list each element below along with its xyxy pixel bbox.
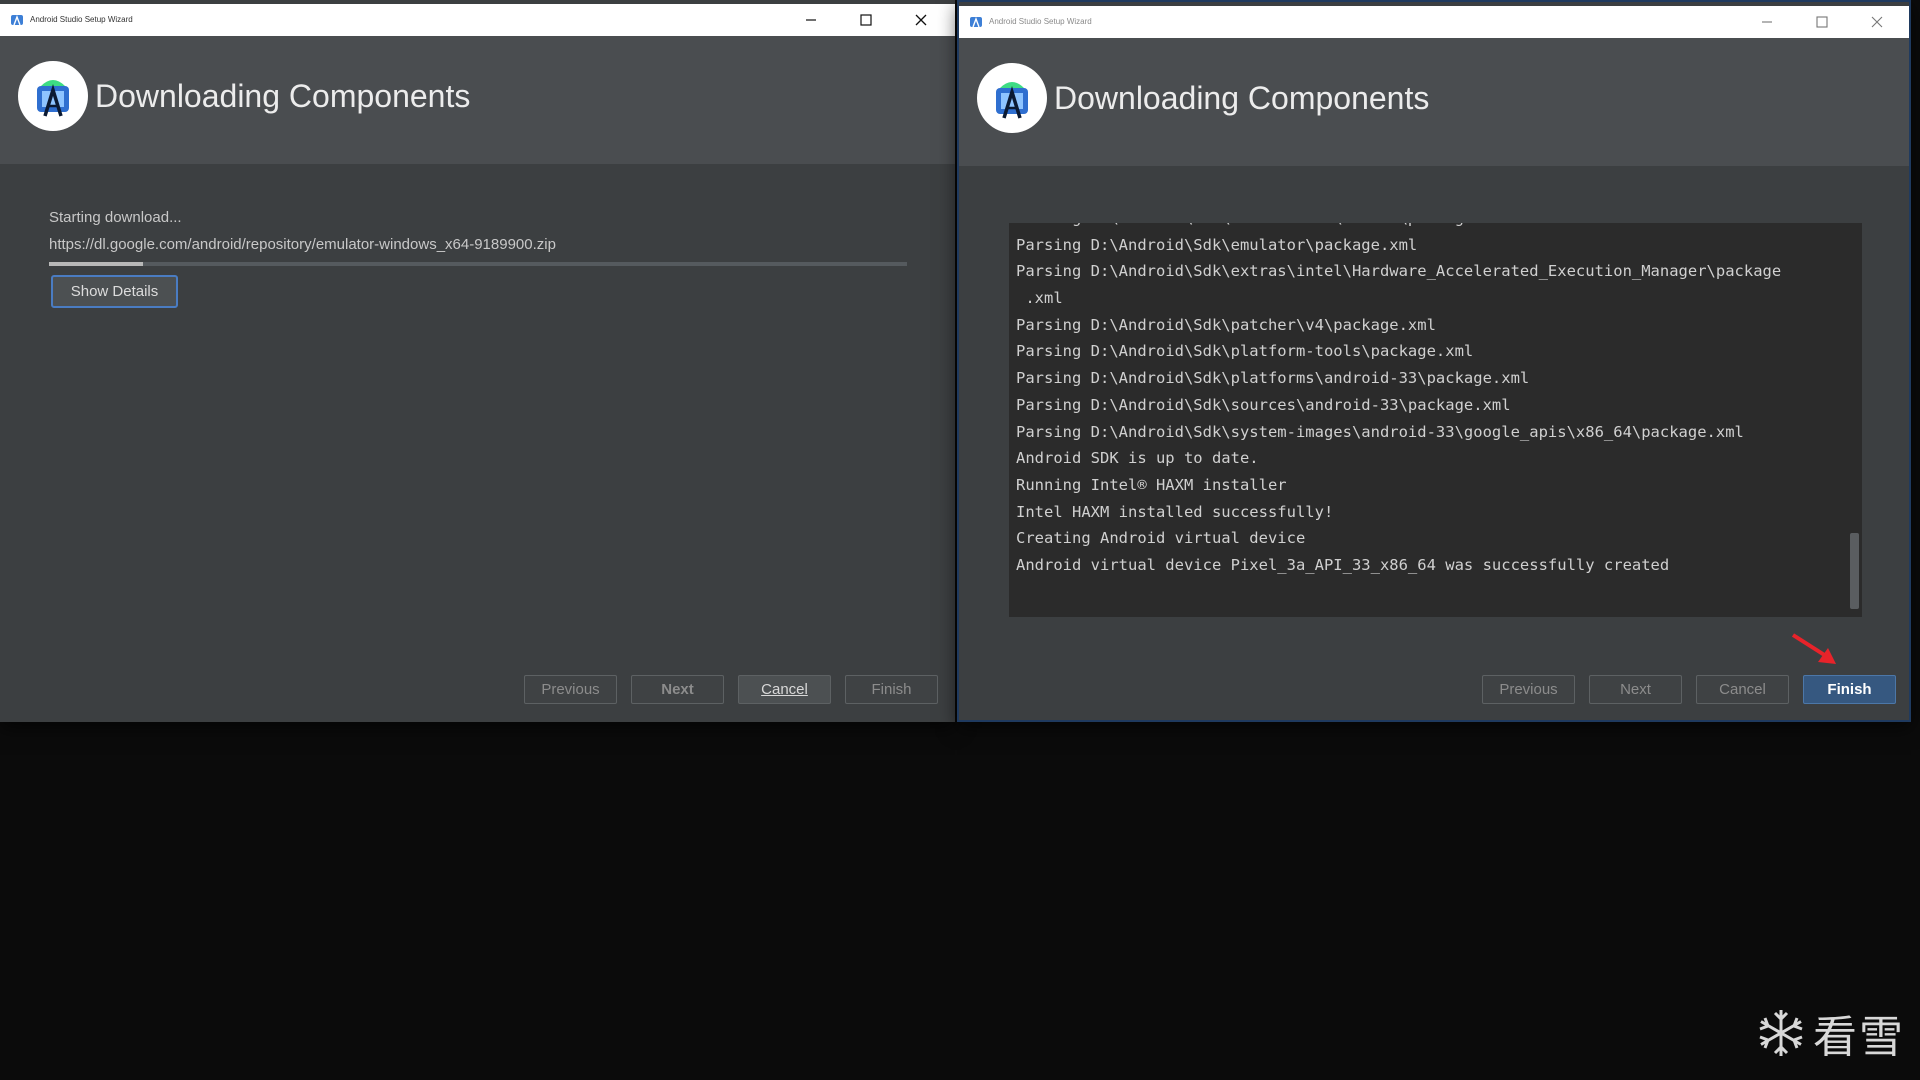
cancel-button[interactable]: Cancel <box>738 675 831 704</box>
setup-wizard-window-left: Android Studio Setup Wizard Downloading … <box>0 0 955 722</box>
setup-wizard-window-right: Android Studio Setup Wizard Downloading … <box>957 0 1911 722</box>
console-lines: Parsing D:\Android\Sdk\build-tools\33.0.… <box>1016 223 1842 579</box>
console-line: Running Intel® HAXM installer <box>1016 475 1287 494</box>
next-button[interactable]: Next <box>631 675 724 704</box>
red-arrow-annotation-icon <box>1791 633 1836 664</box>
window-title: Android Studio Setup Wizard <box>989 17 1092 26</box>
next-button[interactable]: Next <box>1589 675 1682 704</box>
android-studio-logo-icon <box>996 82 1028 119</box>
finish-button[interactable]: Finish <box>1803 675 1896 704</box>
console-line: Intel HAXM installed successfully! <box>1016 502 1334 521</box>
download-progress-bar <box>49 262 907 266</box>
minimize-button[interactable] <box>783 4 838 36</box>
maximize-button[interactable] <box>838 4 893 36</box>
console-line: Parsing D:\Android\Sdk\platform-tools\pa… <box>1016 342 1474 361</box>
close-icon <box>915 14 926 26</box>
cancel-label: Cancel <box>761 681 808 698</box>
maximize-icon <box>1815 16 1828 28</box>
android-studio-logo <box>977 63 1047 133</box>
maximize-button[interactable] <box>1794 6 1849 38</box>
watermark-text: 看雪 <box>1813 1013 1905 1062</box>
android-studio-logo <box>18 61 88 131</box>
previous-button[interactable]: Previous <box>1482 675 1575 704</box>
maximize-icon <box>859 14 872 26</box>
close-button[interactable] <box>1849 6 1904 38</box>
download-progress-fill <box>49 262 144 266</box>
download-status: Starting download... <box>49 209 182 226</box>
console-line: .xml <box>1016 289 1063 308</box>
console-line: Parsing D:\Android\Sdk\sources\android-3… <box>1016 395 1511 414</box>
close-button[interactable] <box>893 4 948 36</box>
title-bar[interactable]: Android Studio Setup Wizard <box>959 6 1909 38</box>
wizard-header: Downloading Components <box>959 38 1909 166</box>
android-studio-logo-icon <box>37 80 69 117</box>
page-title: Downloading Components <box>1054 80 1430 116</box>
download-url: https://dl.google.com/android/repository… <box>49 236 556 253</box>
finish-button[interactable]: Finish <box>845 675 938 704</box>
android-studio-icon <box>970 17 982 28</box>
console-line: Parsing D:\Android\Sdk\system-images\and… <box>1016 422 1744 441</box>
console-line: Parsing D:\Android\Sdk\platforms\android… <box>1016 369 1530 388</box>
close-icon <box>1871 16 1882 28</box>
snowflake-icon <box>1759 1010 1803 1056</box>
page-title: Downloading Components <box>95 78 471 114</box>
watermark: 看雪 <box>1755 1003 1910 1063</box>
title-bar[interactable]: Android Studio Setup Wizard <box>0 4 955 36</box>
minimize-icon <box>1761 21 1772 23</box>
console-scrollbar[interactable] <box>1850 533 1859 609</box>
cancel-button[interactable]: Cancel <box>1696 675 1789 704</box>
console-line: Parsing D:\Android\Sdk\patcher\v4\packag… <box>1016 315 1436 334</box>
console-line: Parsing D:\Android\Sdk\extras\intel\Hard… <box>1016 262 1782 281</box>
console-line: Android SDK is up to date. <box>1016 449 1259 468</box>
console-line: Creating Android virtual device <box>1016 529 1306 548</box>
previous-button[interactable]: Previous <box>524 675 617 704</box>
minimize-icon <box>805 19 816 21</box>
console-line: Parsing D:\Android\Sdk\build-tools\33.0.… <box>1016 223 1842 232</box>
console-line: Android virtual device Pixel_3a_API_33_x… <box>1016 555 1670 574</box>
android-studio-icon <box>11 15 23 26</box>
console-line: Parsing D:\Android\Sdk\emulator\package.… <box>1016 235 1418 254</box>
show-details-button[interactable]: Show Details <box>51 275 178 308</box>
minimize-button[interactable] <box>1739 6 1794 38</box>
window-title: Android Studio Setup Wizard <box>30 15 133 24</box>
details-console[interactable]: Parsing D:\Android\Sdk\build-tools\33.0.… <box>1009 223 1862 617</box>
wizard-header: Downloading Components <box>0 36 955 164</box>
